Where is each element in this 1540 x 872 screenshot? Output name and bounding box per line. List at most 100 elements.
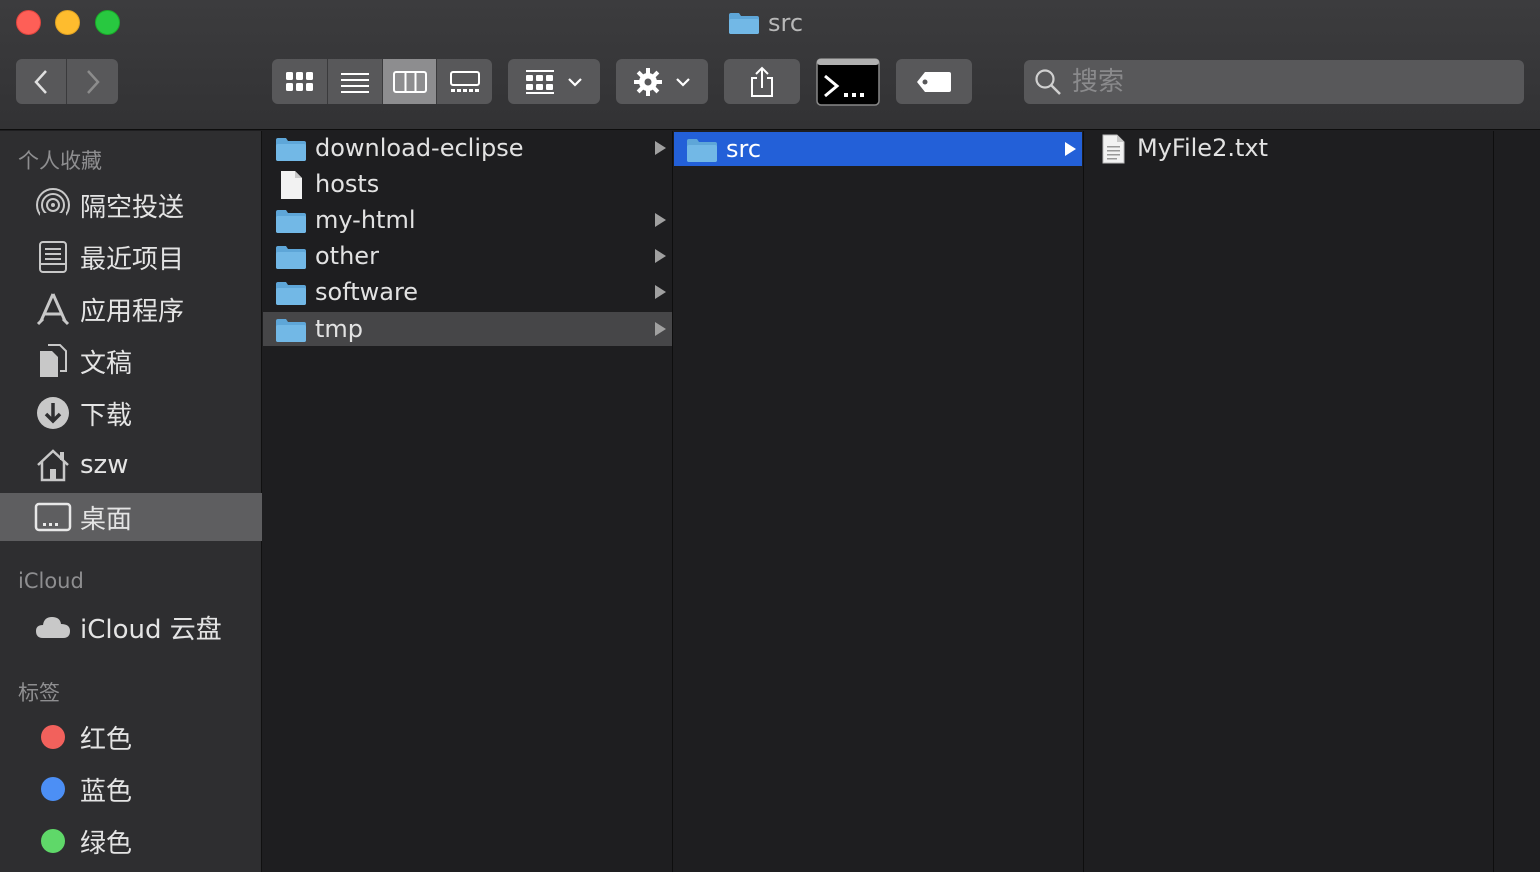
list-icon [341,72,369,93]
file-name: other [315,242,379,270]
folder-icon [276,319,306,342]
column-3: MyFile2.txt [1085,131,1494,872]
column-2: src [674,131,1084,872]
finder-window: src 搜索 个人收藏 隔空投送 最近项目 应用程序 文稿 下载 szw 桌面 … [0,0,1540,872]
file-name: my-html [315,206,416,234]
sidebar-item-label: 下载 [80,400,133,431]
chevron-left-icon [34,69,47,94]
sidebar-item-home[interactable]: szw [0,441,262,489]
favorites-section-title: 个人收藏 [18,149,102,173]
sidebar-tag-blue[interactable]: 蓝色 [0,765,262,813]
folder-icon [276,210,306,233]
nav-buttons [16,59,118,104]
search-icon [1035,69,1061,95]
file-row-hosts[interactable]: hosts [263,167,672,201]
file-row-my-html[interactable]: my-html [263,203,672,237]
terminal-icon [816,58,880,106]
red-tag-dot-icon [34,719,72,755]
window-title-text: src [768,9,804,37]
folder-icon [687,139,717,162]
close-window-button[interactable] [16,10,41,35]
green-tag-dot-icon [34,823,72,859]
forward-button[interactable] [67,59,118,104]
minimize-window-button[interactable] [55,10,80,35]
tags-section-title: 标签 [18,681,60,705]
disclosure-arrow-icon [655,141,666,155]
file-name: hosts [315,170,380,198]
tag-icon [917,71,951,92]
sidebar-item-applications[interactable]: 应用程序 [0,285,262,333]
group-by-button[interactable] [508,59,600,104]
disclosure-arrow-icon [655,285,666,299]
file-row-download-eclipse[interactable]: download-eclipse [263,131,672,165]
file-row-tmp[interactable]: tmp [263,312,672,346]
sidebar-tag-green[interactable]: 绿色 [0,817,262,865]
window-title: src [728,8,803,38]
sidebar-item-label: 最近项目 [80,244,185,275]
gallery-view-button[interactable] [437,59,492,104]
search-field[interactable] [1024,60,1524,104]
chevron-down-icon [676,77,690,87]
sidebar-item-label: 绿色 [80,828,133,859]
open-terminal-button[interactable] [816,58,880,106]
sidebar-item-documents[interactable]: 文稿 [0,337,262,385]
file-row-myfile2[interactable]: MyFile2.txt [1085,131,1493,165]
text-file-icon [1102,134,1125,164]
list-view-button[interactable] [328,59,383,104]
folder-icon [276,138,306,161]
sidebar-item-label: 文稿 [80,348,133,379]
share-button[interactable] [724,59,800,104]
group-grid-icon [526,69,554,94]
sidebar-item-label: 应用程序 [80,296,185,327]
zoom-window-button[interactable] [95,10,120,35]
action-menu-button[interactable] [616,59,708,104]
sidebar-item-label: 蓝色 [80,776,133,807]
sidebar-item-desktop[interactable]: 桌面 [0,493,262,541]
tags-button[interactable] [896,59,972,104]
cloud-icon [34,609,72,645]
toolbar: src [0,0,1540,130]
sidebar-item-label: szw [80,450,129,480]
airdrop-icon [34,187,72,223]
file-name: tmp [315,315,364,343]
search-input[interactable] [1072,67,1472,97]
file-icon [281,171,302,199]
file-name: software [315,278,419,306]
folder-icon [729,13,759,34]
column-view-button[interactable] [383,59,437,104]
sidebar: 个人收藏 隔空投送 最近项目 应用程序 文稿 下载 szw 桌面 iCloud … [0,131,262,872]
file-name: download-eclipse [315,134,524,162]
file-name: MyFile2.txt [1137,134,1268,162]
sidebar-item-label: 红色 [80,724,133,755]
folder-icon [276,282,306,305]
file-name: src [726,135,762,163]
home-icon [34,447,72,483]
chevron-right-icon [86,69,100,94]
folder-icon [276,246,306,269]
file-row-software[interactable]: software [263,275,672,309]
view-mode-control [272,59,492,104]
share-icon [751,66,773,97]
applications-icon [34,291,72,327]
icloud-section-title: iCloud [18,569,84,593]
gear-icon [634,67,662,96]
sidebar-tag-red[interactable]: 红色 [0,713,262,761]
blue-tag-dot-icon [34,771,72,807]
back-button[interactable] [16,59,67,104]
sidebar-item-airdrop[interactable]: 隔空投送 [0,181,262,229]
sidebar-item-downloads[interactable]: 下载 [0,389,262,437]
sidebar-item-icloud-drive[interactable]: iCloud 云盘 [0,603,262,651]
gallery-icon [449,70,480,92]
disclosure-arrow-icon [655,213,666,227]
file-row-other[interactable]: other [263,239,672,273]
recents-icon [34,239,72,275]
desktop-icon [34,499,72,535]
icon-view-button[interactable] [272,59,328,104]
file-row-src[interactable]: src [674,132,1082,166]
column-4-empty [1495,131,1540,872]
documents-icon [34,343,72,379]
sidebar-item-recents[interactable]: 最近项目 [0,233,262,281]
grid-icon [285,71,313,91]
chevron-down-icon [568,77,582,87]
column-1: download-eclipse hosts my-html other sof… [263,131,673,872]
